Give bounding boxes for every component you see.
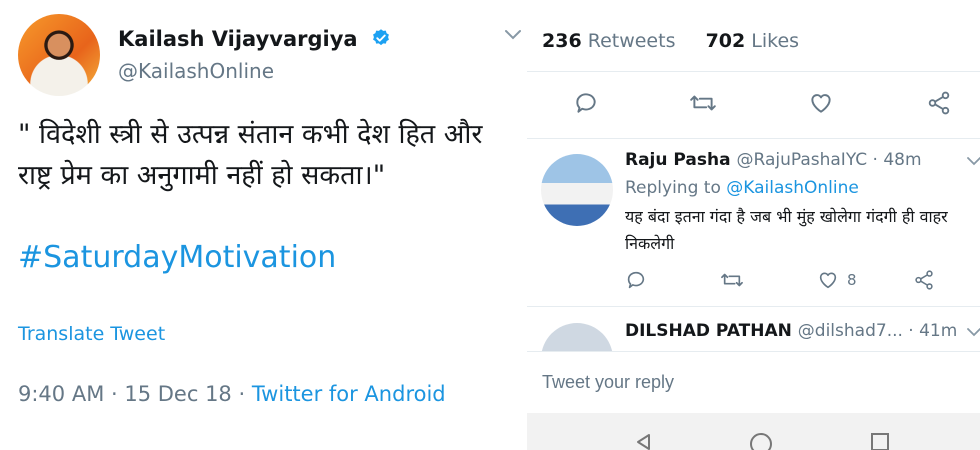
- retweet-button[interactable]: [686, 86, 720, 120]
- author-name[interactable]: Kailash Vijayvargiya: [118, 27, 358, 51]
- retweets-stat[interactable]: 236 Retweets: [542, 30, 675, 52]
- reply-share-button[interactable]: [913, 267, 935, 293]
- reply-author-row[interactable]: DILSHAD PATHAN @dilshad7... · 41m: [625, 321, 957, 341]
- tweet-text: " विदेशी स्त्री से उत्पन्न संतान कभी देश…: [18, 119, 483, 191]
- reply-icon: [576, 93, 596, 113]
- tweet-time: 9:40 AM: [18, 382, 105, 406]
- divider-line: [527, 71, 980, 72]
- hashtag-link[interactable]: #SaturdayMotivation: [18, 240, 336, 275]
- likes-stat[interactable]: 702 Likes: [706, 30, 800, 52]
- reply-actions-bar: 8: [625, 267, 965, 293]
- reply-item[interactable]: DILSHAD PATHAN @dilshad7... · 41m: [527, 307, 980, 351]
- reply-reply-button[interactable]: [625, 267, 647, 293]
- home-icon[interactable]: [748, 431, 774, 450]
- author-handle[interactable]: @KailashOnline: [118, 59, 274, 83]
- share-icon: [915, 270, 933, 290]
- reply-author-name[interactable]: DILSHAD PATHAN: [625, 321, 792, 341]
- tweet-actions-bar: [527, 86, 980, 120]
- system-navigation-bar: [527, 413, 980, 450]
- divider-line: [527, 138, 980, 139]
- meta-separator: ·: [104, 382, 125, 406]
- replying-to-handle-link[interactable]: @KailashOnline: [726, 178, 859, 198]
- reply-text: यह बंदा इतना गंदा है जब भी मुंह खोलेगा ग…: [625, 207, 948, 253]
- reply-author-handle[interactable]: @dilshad7... · 41m: [798, 321, 958, 341]
- tweet-stats: 236 Retweets 702 Likes: [542, 30, 799, 52]
- tweet-reply-input[interactable]: [542, 372, 962, 393]
- replying-to-prefix: Replying to: [625, 178, 721, 198]
- heart-icon: [819, 272, 837, 289]
- retweet-icon: [690, 95, 716, 111]
- chevron-down-icon[interactable]: [504, 28, 522, 42]
- reply-author-row[interactable]: Raju Pasha @RajuPashaIYC · 48m: [625, 150, 922, 170]
- reply-button[interactable]: [569, 86, 603, 120]
- verified-badge-icon: [372, 29, 389, 46]
- heart-icon: [811, 94, 831, 113]
- reply-author-handle[interactable]: @RajuPashaIYC · 48m: [737, 150, 922, 170]
- share-button[interactable]: [922, 86, 956, 120]
- chevron-down-icon[interactable]: [967, 156, 980, 166]
- tweet-metadata: 9:40 AM · 15 Dec 18 · Twitter for Androi…: [18, 382, 446, 406]
- like-button[interactable]: [804, 86, 838, 120]
- reply-retweet-button[interactable]: [720, 267, 744, 293]
- likes-count: 702: [705, 30, 746, 52]
- meta-separator: ·: [231, 382, 252, 406]
- reply-item[interactable]: Raju Pasha @RajuPashaIYC · 48m Replying …: [527, 140, 980, 305]
- tweet-detail-panel: Kailash Vijayvargiya @KailashOnline " वि…: [0, 0, 527, 450]
- likes-label: Likes: [751, 30, 800, 52]
- chevron-down-icon[interactable]: [967, 327, 980, 337]
- tweet-source-link[interactable]: Twitter for Android: [252, 382, 446, 406]
- tweet-date: 15 Dec 18: [124, 382, 232, 406]
- reply-icon: [627, 271, 645, 289]
- retweets-count: 236: [542, 30, 582, 52]
- author-name-row[interactable]: Kailash Vijayvargiya: [118, 27, 391, 51]
- retweet-icon: [721, 273, 743, 287]
- reply-avatar[interactable]: [541, 154, 613, 226]
- reply-like-count: 8: [847, 271, 857, 289]
- back-icon[interactable]: [633, 431, 655, 450]
- reply-like-button[interactable]: 8: [817, 267, 857, 293]
- replying-to-line: Replying to @KailashOnline: [625, 178, 859, 198]
- reply-author-name[interactable]: Raju Pasha: [625, 150, 731, 170]
- reply-composer: [527, 351, 980, 413]
- retweets-label: Retweets: [587, 30, 676, 52]
- author-avatar[interactable]: [18, 14, 100, 96]
- share-icon: [928, 91, 950, 115]
- reply-avatar[interactable]: [541, 323, 613, 351]
- recents-icon[interactable]: [869, 431, 891, 450]
- translate-tweet-link[interactable]: Translate Tweet: [18, 323, 165, 345]
- tweet-engagement-panel: 236 Retweets 702 Likes Raju Pasha @RajuP…: [527, 0, 980, 450]
